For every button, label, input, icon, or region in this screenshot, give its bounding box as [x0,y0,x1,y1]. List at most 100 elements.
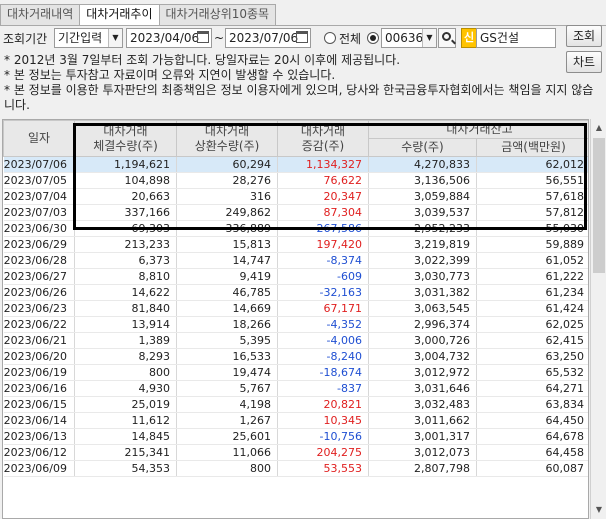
cell-balance-amount: 64,271 [476,380,588,397]
period-mode-select[interactable]: 기간입력 ▼ [54,28,123,48]
cell-repay-qty: 25,601 [176,428,278,445]
notice-text: * 2012년 3월 7일부터 조회 가능합니다. 당일자료는 20시 이후에 … [4,53,599,113]
table-row[interactable]: 2023/06/28 6,373 14,747 -8,374 3,022,399 61,0… [3,252,588,269]
calendar-icon[interactable] [197,31,209,43]
table-row[interactable]: 2023/06/27 8,810 9,419 -609 3,030,773 61,222 [3,268,588,285]
cell-balance-qty: 3,012,073 [368,444,477,461]
date-to-field[interactable]: 2023/07/06 [225,28,311,48]
radio-stock[interactable] [367,32,379,44]
date-from-field[interactable]: 2023/04/06 [126,28,212,48]
notice-line: * 2012년 3월 7일부터 조회 가능합니다. 당일자료는 20시 이후에 … [4,53,401,67]
cell-exec-qty: 25,019 [74,396,177,413]
cell-date: 2023/07/06 [3,156,75,173]
cell-repay-qty: 316 [176,188,278,205]
cell-balance-amount: 64,458 [476,444,588,461]
table-row[interactable]: 2023/06/26 14,622 46,785 -32,163 3,031,382 61… [3,284,588,301]
date-from-value: 2023/04/06 [130,31,200,45]
cell-repay-qty: 46,785 [176,284,278,301]
cell-change: 76,622 [277,172,369,189]
tab-lending-top10[interactable]: 대차거래상위10종목 [158,4,277,25]
cell-repay-qty: 249,862 [176,204,278,221]
table-row[interactable]: 2023/06/22 13,914 18,266 -4,352 2,996,374 62,… [3,316,588,333]
cell-date: 2023/07/03 [3,204,75,221]
cell-exec-qty: 104,898 [74,172,177,189]
cell-balance-qty: 3,136,506 [368,172,477,189]
cell-change: 67,171 [277,300,369,317]
table-row[interactable]: 2023/07/03 337,166 249,862 87,304 3,039,537 5… [3,204,588,221]
cell-date: 2023/06/15 [3,396,75,413]
cell-repay-qty: 16,533 [176,348,278,365]
stock-search-button[interactable] [438,28,456,48]
table-row[interactable]: 2023/06/23 81,840 14,669 67,171 3,063,545 61,… [3,300,588,317]
table-row[interactable]: 2023/07/04 20,663 316 20,347 3,059,884 57,618 [3,188,588,205]
cell-change: -4,006 [277,332,369,349]
scroll-down-icon[interactable]: ▼ [593,504,605,516]
table-row[interactable]: 2023/06/12 215,341 11,066 204,275 3,012,073 6… [3,444,588,461]
cell-repay-qty: 800 [176,460,278,477]
col-header-balance: 대차거래잔고 [368,120,588,139]
table-row[interactable]: 2023/06/14 11,612 1,267 10,345 3,011,662 64,4… [3,412,588,429]
table-row[interactable]: 2023/07/05 104,898 28,276 76,622 3,136,506 56… [3,172,588,189]
table-row[interactable]: 2023/07/06 1,194,621 60,294 1,134,327 4,270,… [3,156,588,173]
stock-name-field: GS건설 [476,28,556,48]
table-row[interactable]: 2023/06/15 25,019 4,198 20,821 3,032,483 63,8… [3,396,588,413]
scroll-up-icon[interactable]: ▲ [593,122,605,134]
cell-balance-qty: 3,000,726 [368,332,477,349]
cell-date: 2023/06/28 [3,252,75,269]
tab-lending-details[interactable]: 대차거래내역 [0,4,81,25]
cell-balance-amount: 62,012 [476,156,588,173]
tab-lending-trend[interactable]: 대차거래추이 [79,4,160,26]
cell-exec-qty: 8,293 [74,348,177,365]
vertical-scrollbar[interactable]: ▲ ▼ [590,119,606,519]
cell-balance-qty: 2,807,798 [368,460,477,477]
search-button[interactable]: 조회 [566,25,602,47]
cell-balance-amount: 62,415 [476,332,588,349]
cell-balance-amount: 61,222 [476,268,588,285]
chevron-down-icon[interactable]: ▼ [422,29,436,47]
radio-all[interactable] [324,32,336,44]
cell-balance-amount: 57,812 [476,204,588,221]
notice-line: * 본 정보는 투자참고 자료이며 오류와 지연이 발생할 수 있습니다. [4,68,336,82]
cell-exec-qty: 337,166 [74,204,177,221]
cell-repay-qty: 60,294 [176,156,278,173]
col-header-repay-qty: 대차거래 상환수량(주) [176,120,278,157]
table-row[interactable]: 2023/06/29 213,233 15,813 197,420 3,219,819 5… [3,236,588,253]
cell-date: 2023/06/20 [3,348,75,365]
cell-change: -32,163 [277,284,369,301]
cell-balance-qty: 2,952,233 [368,220,477,237]
col-header-change: 대차거래 증감(주) [277,120,369,157]
search-icon [442,32,451,41]
stock-code-input[interactable]: 006360 ▼ [381,28,437,48]
calendar-icon[interactable] [296,31,308,43]
cell-repay-qty: 336,889 [176,220,278,237]
cell-change: -4,352 [277,316,369,333]
cell-date: 2023/06/14 [3,412,75,429]
period-mode-value: 기간입력 [58,31,103,45]
cell-change: -18,674 [277,364,369,381]
period-label: 조회기간 [3,32,48,46]
radio-all-label: 전체 [339,32,362,46]
table-row[interactable]: 2023/06/20 8,293 16,533 -8,240 3,004,732 63,2… [3,348,588,365]
table-row[interactable]: 2023/06/09 54,353 800 53,553 2,807,798 60,087 [3,460,588,477]
cell-date: 2023/06/30 [3,220,75,237]
lending-trend-grid[interactable]: 일자 대차거래 체결수량(주) 대차거래 상환수량(주) 대차거래 증감(주) … [2,119,589,519]
cell-date: 2023/07/04 [3,188,75,205]
cell-repay-qty: 1,267 [176,412,278,429]
table-row[interactable]: 2023/06/30 69,303 336,889 -267,586 2,952,233… [3,220,588,237]
cell-balance-amount: 63,834 [476,396,588,413]
table-row[interactable]: 2023/06/21 1,389 5,395 -4,006 3,000,726 62,41… [3,332,588,349]
cell-balance-qty: 3,001,317 [368,428,477,445]
cell-balance-amount: 65,532 [476,364,588,381]
table-row[interactable]: 2023/06/19 800 19,474 -18,674 3,012,972 65,53… [3,364,588,381]
scroll-thumb[interactable] [593,138,605,273]
table-row[interactable]: 2023/06/13 14,845 25,601 -10,756 3,001,317 64… [3,428,588,445]
chevron-down-icon: ▼ [108,29,122,47]
cell-change: 10,345 [277,412,369,429]
table-row[interactable]: 2023/06/16 4,930 5,767 -837 3,031,646 64,271 [3,380,588,397]
cell-exec-qty: 14,845 [74,428,177,445]
cell-balance-amount: 61,424 [476,300,588,317]
cell-repay-qty: 15,813 [176,236,278,253]
cell-repay-qty: 14,747 [176,252,278,269]
cell-date: 2023/06/27 [3,268,75,285]
cell-balance-amount: 61,234 [476,284,588,301]
